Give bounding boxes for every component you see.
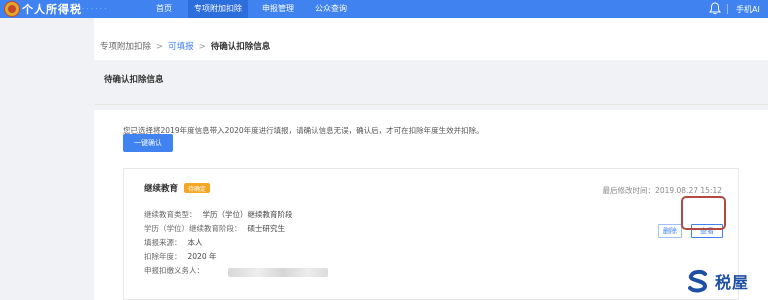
field-label: 申报扣缴义务人： [144, 266, 204, 275]
card-title: 继续教育 [144, 184, 179, 194]
deduction-card: 继续教育 待确定 最后修改时间：2019.08.27 15:12 继续教育类型：… [123, 168, 739, 300]
bell-icon[interactable] [709, 2, 721, 15]
last-modified-value: 2019.08.27 15:12 [655, 186, 722, 195]
breadcrumb-item-fillable[interactable]: 可填报 [168, 42, 194, 52]
field-education-stage: 学历（学位）继续教育阶段： 硕士研究生 [144, 223, 285, 234]
redacted-value [228, 268, 328, 277]
field-deduction-year: 扣除年度： 2020 年 [144, 251, 216, 262]
field-value: 本人 [187, 238, 203, 247]
breadcrumb-separator: > [198, 42, 206, 52]
main-panel: 专项附加扣除 > 可填报 > 待确认扣除信息 待确认扣除信息 您已选择将2019年度信息… [94, 18, 768, 300]
field-withholding-agent: 申报扣缴义务人： [144, 265, 210, 276]
field-label: 继续教育类型： [144, 210, 197, 219]
last-modified-label: 最后修改时间： [602, 186, 656, 195]
tax-emblem-icon [4, 1, 20, 17]
highlight-annotation [681, 196, 726, 230]
section-gap [94, 60, 768, 110]
field-value: 学历（学位）继续教育阶段 [202, 210, 293, 219]
field-label: 填报来源： [144, 238, 182, 247]
field-value: 2020 年 [187, 252, 217, 261]
section-title: 待确认扣除信息 [104, 75, 164, 85]
nav-item-public-query[interactable]: 公众查询 [315, 3, 347, 14]
s-logo-icon [688, 269, 708, 293]
breadcrumb: 专项附加扣除 > 可填报 > 待确认扣除信息 [100, 40, 270, 52]
nav-item-special-deduction[interactable]: 专项附加扣除 [188, 0, 248, 18]
notice-text: 您已选择将2019年度信息带入2020年度进行填报，请确认信息无误，确认后，才可… [123, 126, 484, 135]
watermark-text: 税屋 [715, 273, 750, 292]
breadcrumb-item-special-deduction[interactable]: 专项附加扣除 [100, 42, 151, 52]
field-education-type: 继续教育类型： 学历（学位）继续教育阶段 [144, 209, 293, 220]
breadcrumb-separator: > [156, 42, 164, 52]
breadcrumb-item-current: 待确认扣除信息 [210, 42, 271, 52]
status-badge: 待确定 [184, 183, 211, 193]
confirm-all-button[interactable]: 一键确认 [123, 134, 173, 152]
field-source: 填报来源： 本人 [144, 237, 203, 248]
app-title: 个人所得税 [22, 3, 82, 16]
field-label: 学历（学位）继续教育阶段： [144, 224, 242, 233]
left-sidebar [0, 18, 94, 300]
last-modified: 最后修改时间：2019.08.27 15:12 [603, 185, 722, 196]
section-divider [94, 104, 768, 105]
watermark: 税屋 [685, 266, 765, 296]
delete-button[interactable]: 删除 [658, 224, 682, 238]
app-subtitle: · · · · · · [82, 5, 107, 13]
nav-item-declaration[interactable]: 申报管理 [262, 3, 294, 14]
field-label: 扣除年度： [144, 252, 182, 261]
top-nav-bar: 个人所得税 · · · · · · 首页 专项附加扣除 申报管理 公众查询 手机… [0, 0, 768, 18]
field-value: 硕士研究生 [247, 224, 286, 233]
nav-item-home[interactable]: 首页 [156, 3, 172, 14]
header-divider [727, 4, 728, 14]
phone-label[interactable]: 手机AI [736, 4, 760, 15]
